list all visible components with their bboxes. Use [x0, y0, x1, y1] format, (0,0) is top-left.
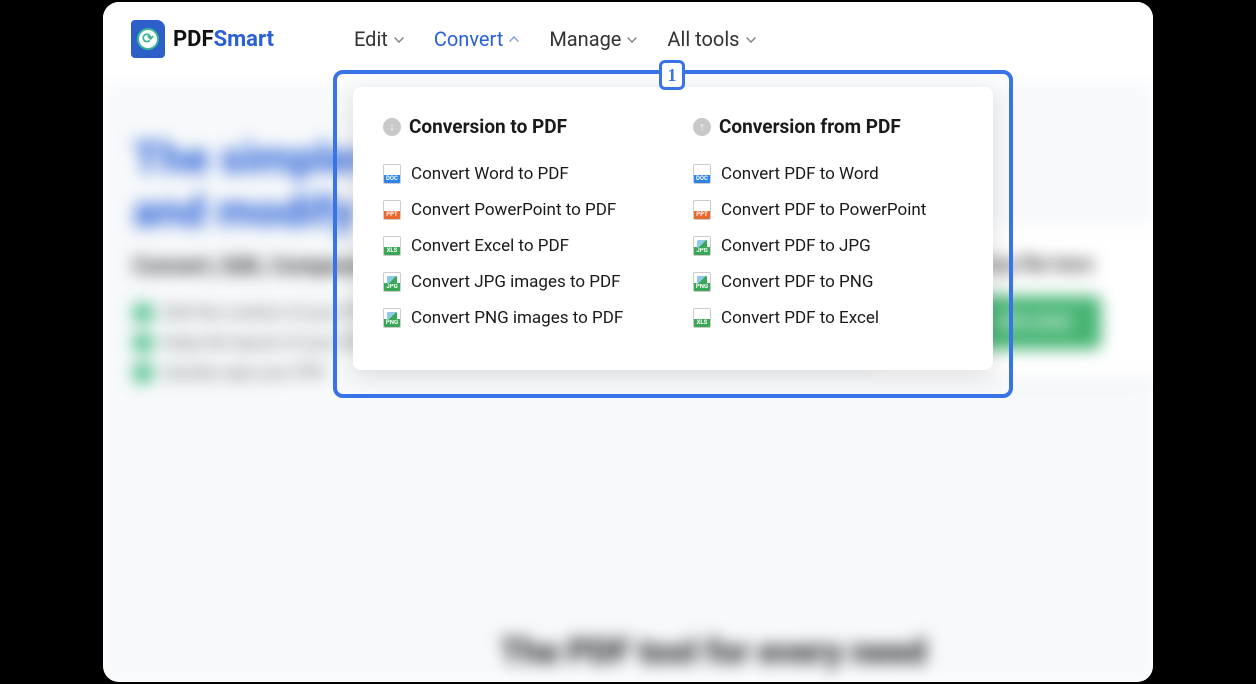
ppt-file-icon: PPT — [383, 200, 401, 220]
dropdown-item-pdf-to-jpg[interactable]: JPG Convert PDF to JPG — [693, 228, 963, 264]
logo-text: PDFSmart — [173, 27, 274, 52]
nav-edit-label: Edit — [354, 27, 388, 51]
chevron-down-icon — [627, 33, 637, 43]
jpg-file-icon: JPG — [693, 236, 711, 256]
dropdown-col-to-pdf: ↓ Conversion to PDF DOC Convert Word to … — [383, 115, 653, 336]
nav-manage[interactable]: Manage — [549, 27, 637, 51]
dropdown-item-word-to-pdf[interactable]: DOC Convert Word to PDF — [383, 156, 653, 192]
dropdown-item-label: Convert PDF to Excel — [721, 308, 879, 328]
dropdown-item-label: Convert JPG images to PDF — [411, 272, 621, 292]
dropdown-item-label: Convert Word to PDF — [411, 164, 569, 184]
section-heading: The PDF tool for every need — [500, 632, 926, 672]
dropdown-heading-label: Conversion to PDF — [409, 115, 567, 138]
dropdown-item-jpg-to-pdf[interactable]: JPG Convert JPG images to PDF — [383, 264, 653, 300]
dropdown-item-pdf-to-ppt[interactable]: PPT Convert PDF to PowerPoint — [693, 192, 963, 228]
nav-convert[interactable]: Convert — [434, 27, 519, 51]
header: PDFSmart Edit Convert Manage All tools — [103, 2, 1153, 76]
dropdown-item-ppt-to-pdf[interactable]: PPT Convert PowerPoint to PDF — [383, 192, 653, 228]
nav-all-tools[interactable]: All tools — [667, 27, 755, 51]
logo[interactable]: PDFSmart — [131, 20, 274, 58]
ppt-file-icon: PPT — [693, 200, 711, 220]
dropdown-item-pdf-to-word[interactable]: DOC Convert PDF to Word — [693, 156, 963, 192]
check-icon: ✓ — [133, 333, 153, 353]
dropdown-item-label: Convert Excel to PDF — [411, 236, 569, 256]
nav-edit[interactable]: Edit — [354, 27, 404, 51]
dropdown-item-excel-to-pdf[interactable]: XLS Convert Excel to PDF — [383, 228, 653, 264]
xls-file-icon: XLS — [693, 308, 711, 328]
dropdown-heading-to-pdf: ↓ Conversion to PDF — [383, 115, 653, 138]
check-icon: ✓ — [133, 363, 153, 383]
app-window: PDFSmart Edit Convert Manage All tools — [103, 2, 1153, 682]
dropdown-item-label: Convert PDF to PNG — [721, 272, 873, 292]
chevron-up-icon — [509, 36, 519, 46]
nav-all-tools-label: All tools — [667, 27, 739, 51]
dropdown-item-label: Convert PDF to JPG — [721, 236, 871, 256]
dropdown-col-from-pdf: ↑ Conversion from PDF DOC Convert PDF to… — [693, 115, 963, 336]
main-nav: Edit Convert Manage All tools — [354, 27, 756, 51]
dropdown-item-label: Convert PDF to Word — [721, 164, 879, 184]
arrow-down-circle-icon: ↓ — [383, 118, 401, 136]
doc-file-icon: DOC — [383, 164, 401, 184]
doc-file-icon: DOC — [693, 164, 711, 184]
check-icon: ✓ — [133, 303, 153, 323]
dropdown-item-label: Convert PowerPoint to PDF — [411, 200, 616, 220]
nav-convert-label: Convert — [434, 27, 503, 51]
png-file-icon: PNG — [383, 308, 401, 328]
convert-dropdown: ↓ Conversion to PDF DOC Convert Word to … — [353, 87, 993, 370]
chevron-down-icon — [394, 33, 404, 43]
jpg-file-icon: JPG — [383, 272, 401, 292]
dropdown-item-label: Convert PNG images to PDF — [411, 308, 623, 328]
dropdown-item-label: Convert PDF to PowerPoint — [721, 200, 926, 220]
png-file-icon: PNG — [693, 272, 711, 292]
dropdown-heading-label: Conversion from PDF — [719, 115, 901, 138]
xls-file-icon: XLS — [383, 236, 401, 256]
chevron-down-icon — [746, 33, 756, 43]
nav-manage-label: Manage — [549, 27, 621, 51]
dropdown-item-png-to-pdf[interactable]: PNG Convert PNG images to PDF — [383, 300, 653, 336]
arrow-up-circle-icon: ↑ — [693, 118, 711, 136]
dropdown-item-pdf-to-png[interactable]: PNG Convert PDF to PNG — [693, 264, 963, 300]
dropdown-item-pdf-to-excel[interactable]: XLS Convert PDF to Excel — [693, 300, 963, 336]
logo-icon — [131, 20, 165, 58]
dropdown-heading-from-pdf: ↑ Conversion from PDF — [693, 115, 963, 138]
